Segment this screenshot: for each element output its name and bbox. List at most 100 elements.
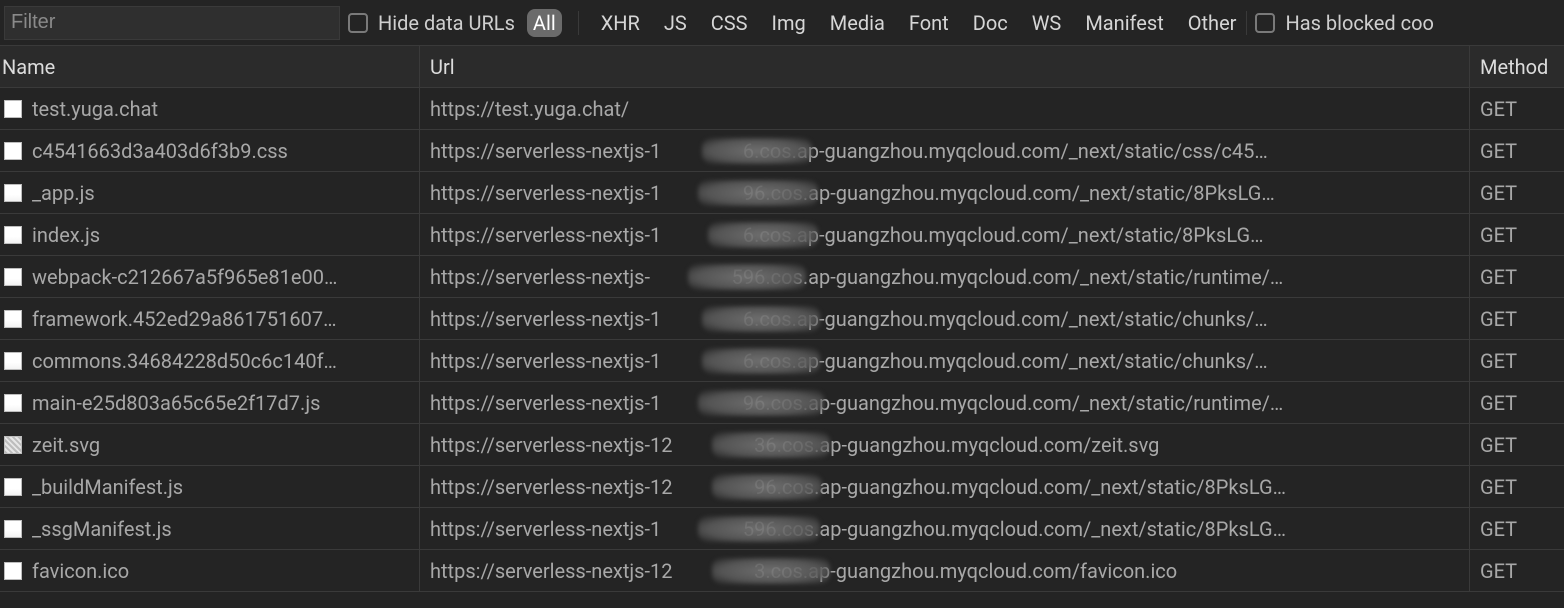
table-header: Name Url Method <box>0 46 1564 88</box>
type-filter-group: All XHR JS CSS Img Media Font Doc WS Manifest Othe… <box>527 9 1243 37</box>
request-url: https://serverless-nextjs-1 96.cos.ap-gu… <box>430 391 1283 415</box>
cell-method: GET <box>1470 340 1564 381</box>
table-row[interactable]: zeit.svghttps://serverless-nextjs-12 36.… <box>0 424 1564 466</box>
request-name: commons.34684228d50c6c140f… <box>32 349 337 373</box>
cell-url: https://serverless-nextjs-1 6.cos.ap-gua… <box>420 130 1470 171</box>
table-row[interactable]: commons.34684228d50c6c140f… https://serve… <box>0 340 1564 382</box>
table-body: test.yuga.chat https://test.yuga.chat/GET… <box>0 88 1564 592</box>
cell-method: GET <box>1470 88 1564 129</box>
cell-method: GET <box>1470 466 1564 507</box>
column-header-url[interactable]: Url <box>420 46 1470 87</box>
type-filter-doc[interactable]: Doc <box>967 9 1014 37</box>
request-url: https://test.yuga.chat/ <box>430 97 629 121</box>
table-row[interactable]: favicon.ico https://serverless-nextjs-12 … <box>0 550 1564 592</box>
ico-file-icon <box>4 562 22 580</box>
cell-name: framework.452ed29a861751607… <box>0 298 420 339</box>
cell-url: https://serverless-nextjs-1 96.cos.ap-gu… <box>420 172 1470 213</box>
type-filter-css[interactable]: CSS <box>705 9 754 37</box>
cell-url: https://serverless-nextjs- 596.cos.ap-gu… <box>420 256 1470 297</box>
js-file-icon <box>4 352 22 370</box>
table-row[interactable]: main-e25d803a65c65e2f17d7.js https://serv… <box>0 382 1564 424</box>
type-filter-ws[interactable]: WS <box>1026 9 1068 37</box>
request-url: https://serverless-nextjs-1 6.cos.ap-gua… <box>430 223 1264 247</box>
cell-method: GET <box>1470 508 1564 549</box>
request-url: https://serverless-nextjs-1 6.cos.ap-gua… <box>430 139 1268 163</box>
request-name: _buildManifest.js <box>32 475 183 499</box>
cell-name: webpack-c212667a5f965e81e00… <box>0 256 420 297</box>
request-name: zeit.svg <box>32 433 100 457</box>
table-row[interactable]: _buildManifest.js https://serverless-next… <box>0 466 1564 508</box>
table-row[interactable]: index.js https://serverless-nextjs-1 6.co… <box>0 214 1564 256</box>
filter-input-wrap[interactable] <box>4 6 340 40</box>
request-name: main-e25d803a65c65e2f17d7.js <box>32 391 320 415</box>
js-file-icon <box>4 394 22 412</box>
request-name: test.yuga.chat <box>32 97 158 121</box>
js-file-icon <box>4 226 22 244</box>
cell-method: GET <box>1470 172 1564 213</box>
type-filter-xhr[interactable]: XHR <box>595 9 646 37</box>
request-url: https://serverless-nextjs-12 3.cos.ap-gu… <box>430 559 1177 583</box>
cell-name: index.js <box>0 214 420 255</box>
request-name: framework.452ed29a861751607… <box>32 307 337 331</box>
cell-url: https://test.yuga.chat/ <box>420 88 1470 129</box>
cell-name: favicon.ico <box>0 550 420 591</box>
js-file-icon <box>4 520 22 538</box>
request-url: https://serverless-nextjs-1 596.cos.ap-g… <box>430 517 1286 541</box>
cell-url: https://serverless-nextjs-1 6.cos.ap-gua… <box>420 298 1470 339</box>
has-blocked-cookies-checkbox[interactable]: Has blocked coo <box>1255 11 1433 35</box>
cell-url: https://serverless-nextjs-12 3.cos.ap-gu… <box>420 550 1470 591</box>
cell-url: https://serverless-nextjs-1 6.cos.ap-gua… <box>420 214 1470 255</box>
table-row[interactable]: webpack-c212667a5f965e81e00… https://serv… <box>0 256 1564 298</box>
request-name: _ssgManifest.js <box>32 517 172 541</box>
network-request-table: Name Url Method test.yuga.chat https://te… <box>0 46 1564 592</box>
table-row[interactable]: framework.452ed29a861751607… https://serv… <box>0 298 1564 340</box>
table-row[interactable]: _ssgManifest.js https://serverless-nextjs… <box>0 508 1564 550</box>
cell-name: main-e25d803a65c65e2f17d7.js <box>0 382 420 423</box>
checkbox-icon <box>348 13 368 33</box>
js-file-icon <box>4 310 22 328</box>
filter-input[interactable] <box>5 11 339 34</box>
request-name: favicon.ico <box>32 559 129 583</box>
cell-url: https://serverless-nextjs-1 596.cos.ap-g… <box>420 508 1470 549</box>
type-filter-js[interactable]: JS <box>658 9 693 37</box>
table-row[interactable]: c4541663d3a403d6f3b9.css https://serverle… <box>0 130 1564 172</box>
hide-data-urls-label: Hide data URLs <box>378 11 515 35</box>
cell-name: _buildManifest.js <box>0 466 420 507</box>
request-name: c4541663d3a403d6f3b9.css <box>32 139 288 163</box>
type-filter-all[interactable]: All <box>527 9 562 37</box>
js-file-icon <box>4 268 22 286</box>
type-filter-font[interactable]: Font <box>903 9 955 37</box>
request-url: https://serverless-nextjs-1 6.cos.ap-gua… <box>430 349 1268 373</box>
cell-name: _app.js <box>0 172 420 213</box>
cell-url: https://serverless-nextjs-1 6.cos.ap-gua… <box>420 340 1470 381</box>
type-filter-other[interactable]: Other <box>1182 9 1243 37</box>
type-filter-manifest[interactable]: Manifest <box>1079 9 1169 37</box>
hide-data-urls-checkbox[interactable]: Hide data URLs <box>348 11 515 35</box>
request-url: https://serverless-nextjs-12 96.cos.ap-g… <box>430 475 1286 499</box>
has-blocked-cookies-label: Has blocked coo <box>1285 11 1433 35</box>
request-url: https://serverless-nextjs- 596.cos.ap-gu… <box>430 265 1283 289</box>
column-header-name[interactable]: Name <box>0 46 420 87</box>
type-filter-img[interactable]: Img <box>766 9 812 37</box>
table-row[interactable]: _app.js https://serverless-nextjs-1 96.co… <box>0 172 1564 214</box>
request-name: _app.js <box>32 181 95 205</box>
js-file-icon <box>4 184 22 202</box>
request-url: https://serverless-nextjs-1 96.cos.ap-gu… <box>430 181 1275 205</box>
cell-name: commons.34684228d50c6c140f… <box>0 340 420 381</box>
network-filter-bar: Hide data URLs All XHR JS CSS Img Media Font Do… <box>0 0 1564 46</box>
type-filter-media[interactable]: Media <box>824 9 891 37</box>
checkbox-icon <box>1255 13 1275 33</box>
doc-file-icon <box>4 100 22 118</box>
cell-name: c4541663d3a403d6f3b9.css <box>0 130 420 171</box>
cell-name: zeit.svg <box>0 424 420 465</box>
cell-method: GET <box>1470 298 1564 339</box>
cell-method: GET <box>1470 550 1564 591</box>
column-header-method[interactable]: Method <box>1470 46 1564 87</box>
cell-method: GET <box>1470 382 1564 423</box>
table-row[interactable]: test.yuga.chat https://test.yuga.chat/GET <box>0 88 1564 130</box>
cell-url: https://serverless-nextjs-1 96.cos.ap-gu… <box>420 382 1470 423</box>
request-name: index.js <box>32 223 100 247</box>
request-name: webpack-c212667a5f965e81e00… <box>32 265 337 289</box>
cell-name: test.yuga.chat <box>0 88 420 129</box>
request-url: https://serverless-nextjs-1 6.cos.ap-gua… <box>430 307 1268 331</box>
